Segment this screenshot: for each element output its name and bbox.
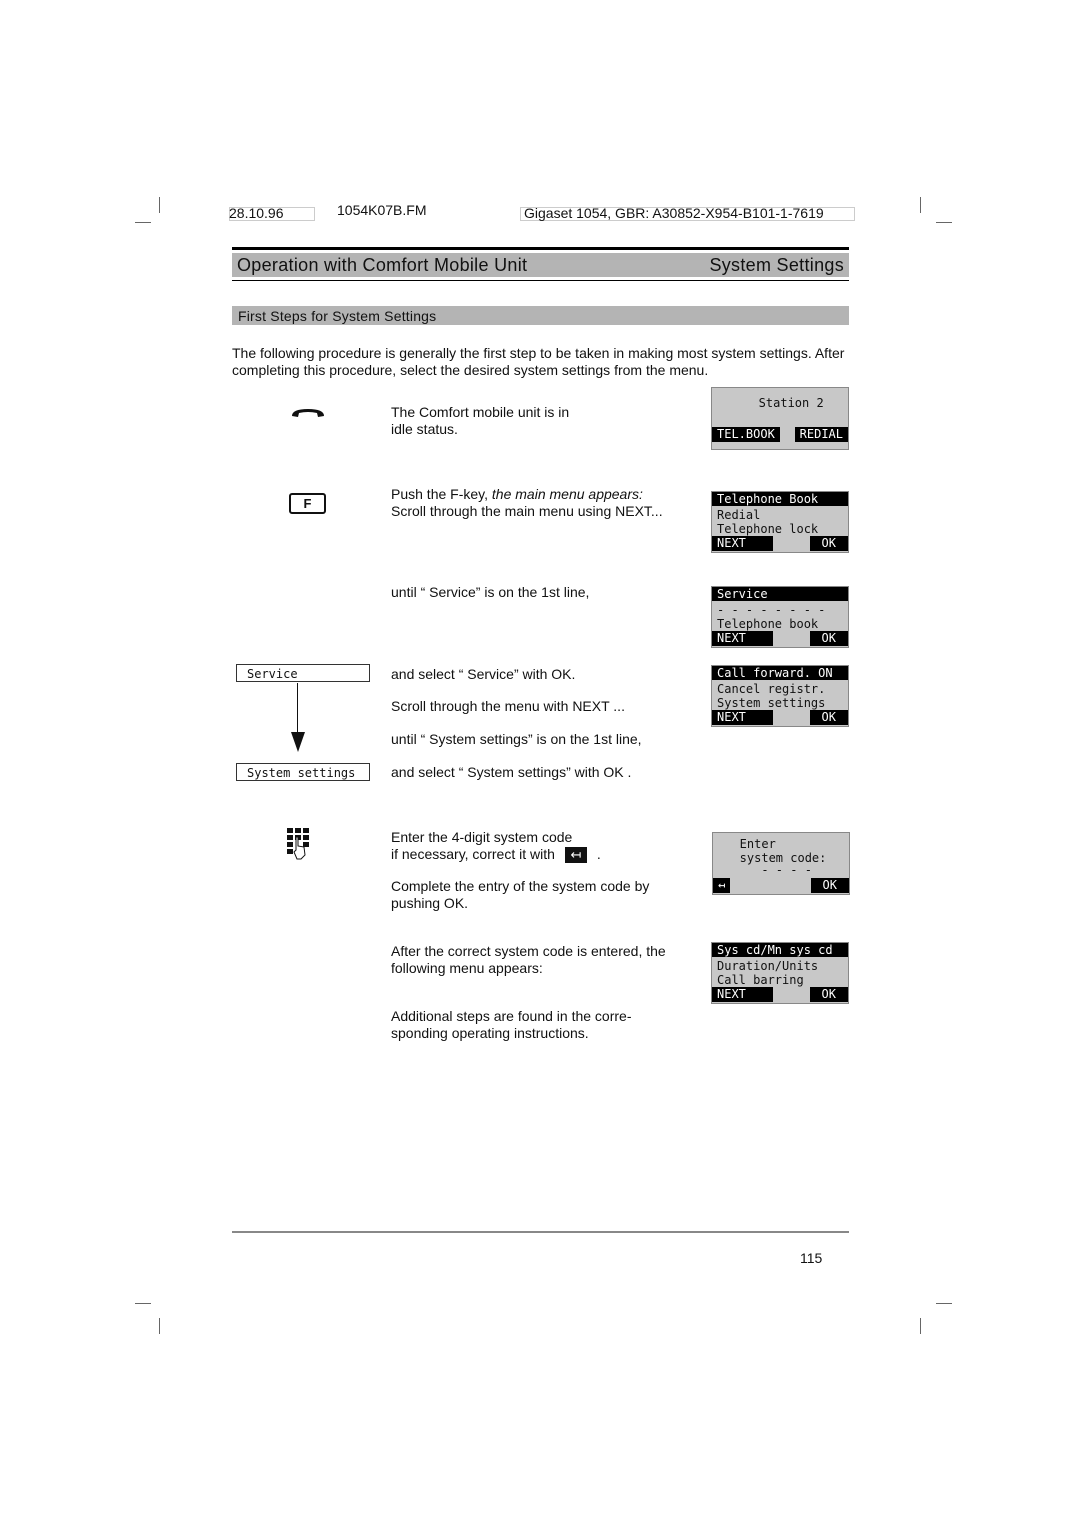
crop-mark	[920, 1318, 921, 1334]
lcd-row: Telephone lock	[717, 522, 819, 536]
header-filename: 1054K07B.FM	[337, 202, 427, 218]
lcd-row: Cancel registr.	[717, 682, 826, 696]
step-fkey-text: Push the F-key, the main menu appears: S…	[391, 486, 691, 520]
lcd-idle: Station 2 TEL.BOOK REDIAL	[711, 387, 849, 450]
softkey-ok: OK	[809, 710, 848, 725]
softkey-next: NEXT	[712, 536, 773, 551]
lcd-row: - - - - - - - -	[717, 603, 826, 617]
footer-rule	[232, 1231, 849, 1233]
lcd-softkeys: ↤ OK	[713, 878, 849, 893]
lcd-row-selected: Service	[712, 587, 848, 601]
complete-entry-text: Complete the entry of the system code by…	[391, 878, 650, 911]
lcd-enter-code: Enter system code: - - - - ↤ OK	[712, 832, 850, 895]
softkey-ok: OK	[809, 536, 848, 551]
crop-mark	[159, 197, 160, 213]
lcd-row-selected: Sys cd/Mn sys cd	[712, 943, 848, 957]
select-system-text: and select “ System settings” with OK .	[391, 764, 632, 780]
lcd-row: System settings	[717, 696, 826, 710]
lcd-row: Redial	[717, 508, 761, 522]
title-rule-bottom	[232, 280, 849, 281]
f-key-icon: F	[289, 493, 326, 514]
lcd-main-menu: Telephone Book Redial Telephone lock NEX…	[711, 491, 849, 553]
enter-code-text: Enter the 4-digit system code if necessa…	[391, 829, 691, 864]
lcd-system-menu: Sys cd/Mn sys cd Duration/Units Call bar…	[711, 942, 849, 1004]
lcd-softkeys: NEXT OK	[712, 710, 848, 725]
scroll-main-text: Scroll through the main menu using NEXT.…	[391, 503, 663, 519]
header-date: 28.10.96	[229, 205, 284, 221]
header-doc-ref: Gigaset 1054, GBR: A30852-X954-B101-1-76…	[524, 205, 824, 221]
intro-paragraph: The following procedure is generally the…	[232, 345, 845, 378]
step-idle-text: The Comfort mobile unit is in idle statu…	[391, 404, 570, 437]
lcd-softkeys: TEL.BOOK REDIAL	[712, 427, 848, 442]
additional-steps-text: Additional steps are found in the corre-…	[391, 1008, 632, 1041]
flow-arrow-line	[297, 683, 298, 733]
system-settings-menu-box: System settings	[236, 763, 370, 781]
crop-mark	[936, 1303, 952, 1304]
backspace-key-icon: ↤	[564, 847, 587, 864]
handset-icon	[292, 409, 324, 417]
softkey-next: NEXT	[712, 987, 773, 1002]
lcd-row: - - - -	[718, 863, 812, 877]
fkey-result: the main menu appears:	[491, 486, 643, 502]
softkey-ok: OK	[809, 631, 848, 646]
crop-mark	[135, 222, 151, 223]
lcd-service-menu: Service - - - - - - - - Telephone book N…	[711, 586, 849, 648]
enter-code-line: Enter the 4-digit system code	[391, 829, 573, 845]
subsection-title: First Steps for System Settings	[238, 308, 437, 324]
keypad-icon	[287, 828, 309, 860]
chapter-title: Operation with Comfort Mobile Unit	[237, 255, 528, 275]
crop-mark	[920, 197, 921, 213]
page-number: 115	[800, 1250, 823, 1266]
lcd-row: Enter	[718, 837, 776, 851]
lcd-service-submenu: Call forward. ON Cancel registr. System …	[711, 665, 849, 727]
softkey-right: REDIAL	[794, 427, 848, 442]
softkey-ok: OK	[809, 987, 848, 1002]
correct-suffix: .	[596, 846, 601, 862]
until-system-text: until “ System settings” is on the 1st l…	[391, 731, 642, 747]
softkey-backspace: ↤	[713, 878, 731, 893]
lcd-softkeys: NEXT OK	[712, 631, 848, 646]
lcd-row: Station 2	[737, 396, 824, 410]
lcd-softkeys: NEXT OK	[712, 987, 848, 1002]
lcd-row-selected: Telephone Book	[712, 492, 848, 506]
title-rule-top	[232, 247, 849, 250]
after-correct-text: After the correct system code is entered…	[391, 943, 666, 976]
section-heading: System Settings	[709, 255, 844, 275]
softkey-next: NEXT	[712, 631, 773, 646]
lcd-row: Duration/Units	[717, 959, 819, 973]
softkey-left: TEL.BOOK	[712, 427, 780, 442]
lcd-row-selected: Call forward. ON	[712, 666, 848, 680]
scroll-menu-text: Scroll through the menu with NEXT ...	[391, 698, 625, 714]
service-menu-box: Service	[236, 664, 370, 682]
select-service-text: and select “ Service” with OK.	[391, 666, 576, 682]
until-service-text: until “ Service” is on the 1st line,	[391, 584, 590, 600]
crop-mark	[135, 1303, 151, 1304]
arrow-down-icon	[291, 732, 305, 752]
softkey-next: NEXT	[712, 710, 773, 725]
lcd-softkeys: NEXT OK	[712, 536, 848, 551]
lcd-row: Call barring	[717, 973, 804, 987]
crop-mark	[936, 222, 952, 223]
correct-prefix: if necessary, correct it with	[391, 846, 555, 862]
softkey-ok: OK	[810, 878, 849, 893]
fkey-instruction: Push the F-key,	[391, 486, 492, 502]
crop-mark	[159, 1318, 160, 1334]
lcd-row: Telephone book	[717, 617, 819, 631]
